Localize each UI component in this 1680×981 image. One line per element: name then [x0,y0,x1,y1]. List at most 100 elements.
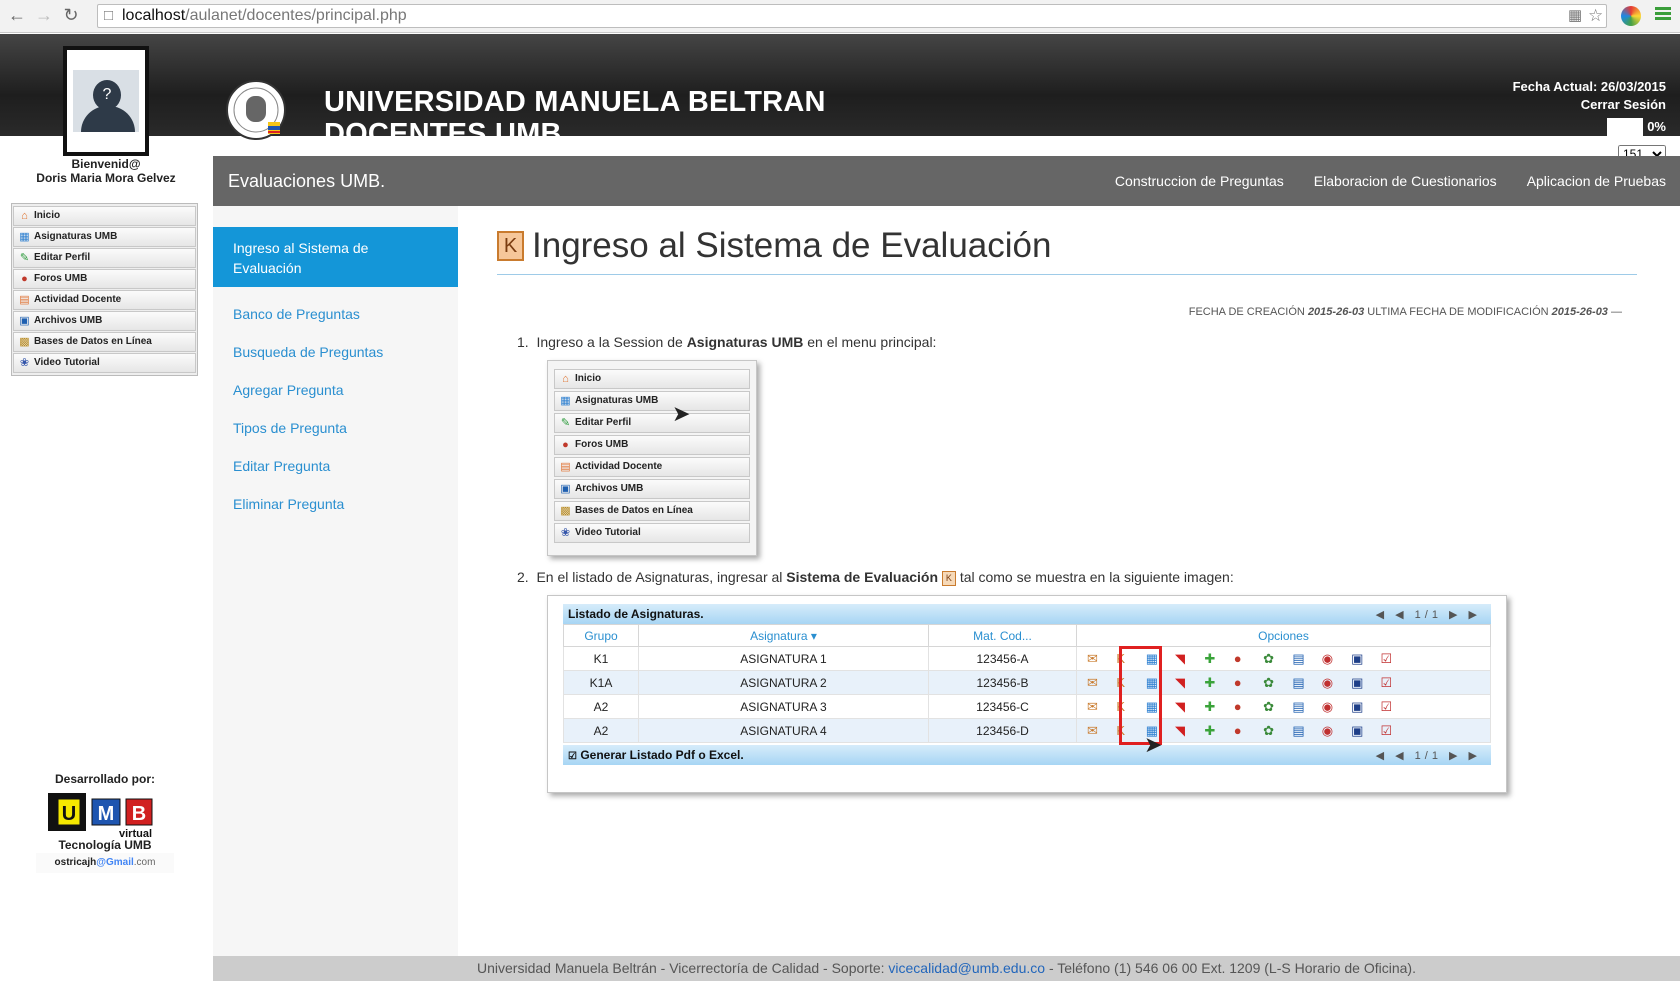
side-nav-editar-pregunta[interactable]: Editar Pregunta [213,447,458,485]
menu-item-foros[interactable]: ● Foros UMB [13,269,196,289]
pdf-icon[interactable]: ◥ [1175,723,1191,739]
add-icon[interactable]: ✚ [1204,699,1220,715]
pdf-icon[interactable]: ◥ [1175,699,1191,715]
cell-asignatura: ASIGNATURA 3 [638,694,929,719]
side-nav-ingreso[interactable]: Ingreso al Sistema de Evaluación [213,227,458,287]
pdf-icon[interactable]: ◥ [1175,675,1191,691]
pdf-icon[interactable]: ◥ [1175,651,1191,667]
mail-icon[interactable]: ✉ [1087,699,1103,715]
checklist-icon[interactable]: ☑ [1380,675,1396,691]
people-icon[interactable]: ● [1234,699,1250,715]
shot-menu-item-bases: ▩ Bases de Datos en Línea [554,501,750,521]
address-bar[interactable]: □ localhost/aulanet/docentes/principal.p… [97,4,1607,28]
people-icon[interactable]: ● [1234,651,1250,667]
report-icon[interactable]: ◉ [1322,651,1338,667]
shot-menu-item-actividad: ▤ Actividad Docente [554,457,750,477]
nav-elaboracion-cuestionarios[interactable]: Elaboracion de Cuestionarios [1314,173,1497,189]
menu-item-archivos[interactable]: ▣ Archivos UMB [13,311,196,331]
report-icon[interactable]: ◉ [1322,723,1338,739]
calendar-icon[interactable]: ▤ [1292,651,1308,667]
logout-link[interactable]: Cerrar Sesión [1491,96,1666,114]
site-header: UMB UNIVERSIDAD MANUELA BELTRAN DOCENTES… [0,34,1680,163]
report-icon[interactable]: ◉ [1322,675,1338,691]
calendar-icon[interactable]: ▤ [1292,675,1308,691]
handshake-icon[interactable]: ✿ [1263,651,1279,667]
reload-icon[interactable]: ↻ [60,4,82,26]
checklist-icon[interactable]: ☑ [1380,723,1396,739]
book-icon[interactable]: ▣ [1351,699,1367,715]
people-icon[interactable]: ● [1234,675,1250,691]
logo-letter-u: U [62,803,76,825]
table-title: Listado de Asignaturas. [568,607,704,621]
shot-menu-item-inicio: ⌂ Inicio [554,369,750,389]
translate-icon[interactable]: ▦ [1568,5,1582,27]
progress-label: 0% [1647,119,1666,134]
menu-item-inicio[interactable]: ⌂ Inicio [13,206,196,226]
checklist-icon[interactable]: ☑ [1380,699,1396,715]
back-icon[interactable]: ← [6,4,28,26]
mail-icon[interactable]: ✉ [1087,723,1103,739]
menu-item-bases-datos[interactable]: ▩ Bases de Datos en Línea [13,332,196,352]
people-icon[interactable]: ● [1234,723,1250,739]
title-divider [497,274,1637,275]
add-icon[interactable]: ✚ [1204,675,1220,691]
table-row: K1A ASIGNATURA 2 123456-B ✉ K ▦ ◥ ✚ ● ✿ … [563,670,1491,695]
extension-icon[interactable] [1621,6,1641,26]
menu-item-actividad-docente[interactable]: ▤ Actividad Docente [13,290,196,310]
pencil-icon: ✎ [19,252,30,264]
cell-grupo: A2 [563,694,639,719]
side-nav-agregar-pregunta[interactable]: Agregar Pregunta [213,371,458,409]
side-nav-eliminar-pregunta[interactable]: Eliminar Pregunta [213,485,458,523]
col-opciones: Opciones [1076,624,1491,647]
report-icon[interactable]: ◉ [1322,699,1338,715]
step-2: 2. En el listado de Asignaturas, ingresa… [517,569,1234,586]
cell-asignatura: ASIGNATURA 1 [638,646,929,671]
book-icon[interactable]: ▣ [1351,723,1367,739]
chart-icon: ▦ [560,395,571,407]
nav-construccion-preguntas[interactable]: Construccion de Preguntas [1115,173,1284,189]
handshake-icon[interactable]: ✿ [1263,675,1279,691]
col-mat-cod: Mat. Cod... [928,624,1077,647]
cell-mat-cod: 123456-D [928,718,1077,743]
menu-item-editar-perfil[interactable]: ✎ Editar Perfil [13,248,196,268]
side-nav-banco-preguntas[interactable]: Banco de Preguntas [213,295,458,333]
add-icon[interactable]: ✚ [1204,651,1220,667]
calendar-icon[interactable]: ▤ [1292,723,1308,739]
book-icon[interactable]: ▣ [1351,675,1367,691]
mail-icon[interactable]: ✉ [1087,675,1103,691]
support-email-link[interactable]: vicecalidad@umb.edu.co [888,960,1045,976]
book-icon[interactable]: ▣ [1351,651,1367,667]
left-menu: ⌂ Inicio ▦ Asignaturas UMB ✎ Editar Perfil … [11,203,198,376]
cell-mat-cod: 123456-B [928,670,1077,695]
brand[interactable]: Evaluaciones UMB. [228,171,385,192]
highlight-box [1119,646,1162,745]
browser-menu-icon[interactable] [1655,5,1671,25]
nav-aplicacion-pruebas[interactable]: Aplicacion de Pruebas [1527,173,1666,189]
mail-icon[interactable]: ✉ [1087,651,1103,667]
url-host: localhost [122,7,186,24]
table-footer-pager: ◀ ◀ 1/1 ▶ ▶ [1375,749,1481,762]
asignaturas-table: Grupo Asignatura ▾ Mat. Cod... Opciones … [563,624,1491,743]
checklist-icon[interactable]: ☑ [1380,651,1396,667]
bookmark-star-icon[interactable]: ☆ [1588,5,1603,27]
browser-toolbar: ← → ↻ □ localhost/aulanet/docentes/princ… [0,0,1680,33]
handshake-icon[interactable]: ✿ [1263,699,1279,715]
side-nav: Ingreso al Sistema de Evaluación Banco d… [213,206,458,956]
asignaturas-table-screenshot: Listado de Asignaturas. ◀ ◀ 1/1 ▶ ▶ Grup… [547,595,1507,793]
side-nav-tipos-pregunta[interactable]: Tipos de Pregunta [213,409,458,447]
menu-item-video-tutorial[interactable]: ❀ Video Tutorial [13,353,196,373]
side-nav-busqueda-preguntas[interactable]: Busqueda de Preguntas [213,333,458,371]
avatar: ? [63,46,149,156]
logo-letter-m: M [98,803,115,825]
forward-icon[interactable]: → [33,4,55,26]
add-icon[interactable]: ✚ [1204,723,1220,739]
film-icon: ❀ [560,527,571,539]
menu-item-asignaturas[interactable]: ▦ Asignaturas UMB [13,227,196,247]
main-content: K Ingreso al Sistema de Evaluación FECHA… [497,206,1647,956]
handshake-icon[interactable]: ✿ [1263,723,1279,739]
cell-grupo: A2 [563,718,639,743]
current-date: Fecha Actual: 26/03/2015 [1512,79,1666,94]
chart-icon: ▦ [19,231,30,243]
calendar-icon[interactable]: ▤ [1292,699,1308,715]
date-meta: FECHA DE CREACIÓN 2015-26-03 ULTIMA FECH… [1188,306,1622,318]
